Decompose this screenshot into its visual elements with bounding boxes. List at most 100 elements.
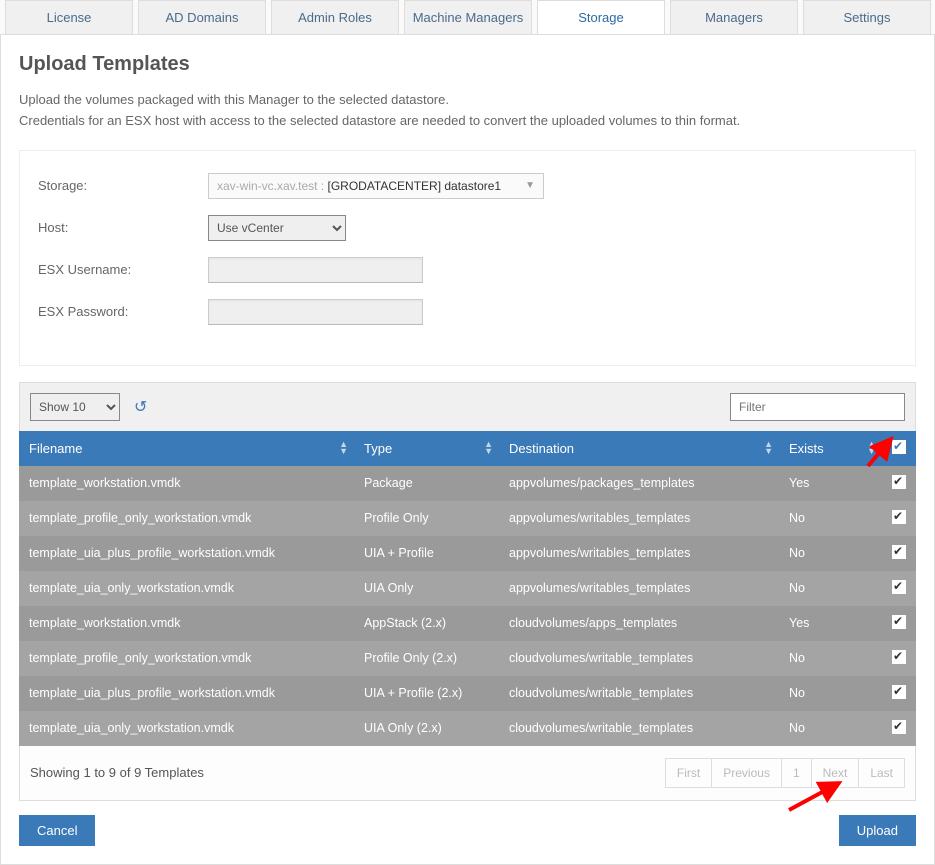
row-checkbox[interactable] xyxy=(892,685,906,699)
cell-exists: No xyxy=(779,536,882,571)
col-checkall[interactable] xyxy=(882,431,916,466)
esx-password-field[interactable] xyxy=(208,299,423,325)
esx-username-field[interactable] xyxy=(208,257,423,283)
cell-check xyxy=(882,606,916,641)
cell-destination: appvolumes/writables_templates xyxy=(499,571,779,606)
cell-type: UIA Only (2.x) xyxy=(354,711,499,746)
cell-check xyxy=(882,571,916,606)
desc-line1: Upload the volumes packaged with this Ma… xyxy=(19,90,916,111)
table-row: template_uia_only_workstation.vmdkUIA On… xyxy=(19,571,916,606)
cell-destination: appvolumes/writables_templates xyxy=(499,501,779,536)
page-1[interactable]: 1 xyxy=(782,758,812,788)
cell-type: UIA Only xyxy=(354,571,499,606)
cell-destination: cloudvolumes/writable_templates xyxy=(499,641,779,676)
tab-managers[interactable]: Managers xyxy=(670,0,798,34)
table-row: template_workstation.vmdkAppStack (2.x)c… xyxy=(19,606,916,641)
cell-type: UIA + Profile xyxy=(354,536,499,571)
tab-admin-roles[interactable]: Admin Roles xyxy=(271,0,399,34)
cell-check xyxy=(882,536,916,571)
col-filename[interactable]: Filename ▲▼ xyxy=(19,431,354,466)
sort-icon: ▲▼ xyxy=(867,441,876,455)
esx-password-label: ESX Password: xyxy=(38,304,208,319)
page-previous[interactable]: Previous xyxy=(712,758,782,788)
col-type[interactable]: Type ▲▼ xyxy=(354,431,499,466)
filter-input[interactable] xyxy=(730,393,905,421)
reload-icon[interactable]: ↻ xyxy=(134,397,147,417)
page-last[interactable]: Last xyxy=(859,758,905,788)
table-footer: Showing 1 to 9 of 9 Templates FirstPrevi… xyxy=(19,746,916,801)
tab-license[interactable]: License xyxy=(5,0,133,34)
storage-prefix: xav-win-vc.xav.test : xyxy=(217,179,324,193)
cell-filename: template_uia_only_workstation.vmdk xyxy=(19,711,354,746)
cell-filename: template_uia_plus_profile_workstation.vm… xyxy=(19,536,354,571)
cell-filename: template_workstation.vmdk xyxy=(19,466,354,501)
upload-button[interactable]: Upload xyxy=(839,815,916,846)
row-checkbox[interactable] xyxy=(892,510,906,524)
cell-destination: appvolumes/writables_templates xyxy=(499,536,779,571)
storage-value: [GRODATACENTER] datastore1 xyxy=(327,179,501,193)
row-checkbox[interactable] xyxy=(892,720,906,734)
cell-filename: template_workstation.vmdk xyxy=(19,606,354,641)
cell-exists: No xyxy=(779,571,882,606)
tab-ad-domains[interactable]: AD Domains xyxy=(138,0,266,34)
host-select[interactable]: Use vCenter xyxy=(208,215,346,241)
cell-filename: template_uia_only_workstation.vmdk xyxy=(19,571,354,606)
row-checkbox[interactable] xyxy=(892,545,906,559)
cell-filename: template_profile_only_workstation.vmdk xyxy=(19,501,354,536)
cell-check xyxy=(882,676,916,711)
page-description: Upload the volumes packaged with this Ma… xyxy=(19,90,916,132)
cell-exists: No xyxy=(779,711,882,746)
cell-filename: template_uia_plus_profile_workstation.vm… xyxy=(19,676,354,711)
cell-type: UIA + Profile (2.x) xyxy=(354,676,499,711)
tab-storage[interactable]: Storage xyxy=(537,0,665,34)
main-panel: Upload Templates Upload the volumes pack… xyxy=(0,34,935,865)
cell-type: Package xyxy=(354,466,499,501)
table-row: template_uia_only_workstation.vmdkUIA On… xyxy=(19,711,916,746)
tab-settings[interactable]: Settings xyxy=(803,0,931,34)
tab-bar: LicenseAD DomainsAdmin RolesMachine Mana… xyxy=(0,0,935,34)
table-info: Showing 1 to 9 of 9 Templates xyxy=(30,765,204,780)
cell-type: AppStack (2.x) xyxy=(354,606,499,641)
cell-exists: No xyxy=(779,641,882,676)
page-first[interactable]: First xyxy=(665,758,712,788)
chevron-down-icon: ▼ xyxy=(525,180,535,191)
table-row: template_profile_only_workstation.vmdkPr… xyxy=(19,501,916,536)
cell-check xyxy=(882,711,916,746)
show-count-select[interactable]: Show 10 xyxy=(30,393,120,421)
cell-filename: template_profile_only_workstation.vmdk xyxy=(19,641,354,676)
table-row: template_uia_plus_profile_workstation.vm… xyxy=(19,536,916,571)
cell-exists: Yes xyxy=(779,606,882,641)
form-box: Storage: xav-win-vc.xav.test : [GRODATAC… xyxy=(19,150,916,366)
table-toolbar: Show 10 ↻ xyxy=(19,382,916,431)
row-checkbox[interactable] xyxy=(892,475,906,489)
page-next[interactable]: Next xyxy=(812,758,860,788)
row-checkbox[interactable] xyxy=(892,650,906,664)
table-row: template_workstation.vmdkPackageappvolum… xyxy=(19,466,916,501)
storage-select[interactable]: xav-win-vc.xav.test : [GRODATACENTER] da… xyxy=(208,173,544,199)
row-checkbox[interactable] xyxy=(892,580,906,594)
tab-machine-managers[interactable]: Machine Managers xyxy=(404,0,532,34)
cell-type: Profile Only xyxy=(354,501,499,536)
storage-label: Storage: xyxy=(38,178,208,193)
templates-table: Filename ▲▼ Type ▲▼ Destination ▲▼ Exist… xyxy=(19,431,916,746)
sort-icon: ▲▼ xyxy=(339,441,348,455)
cell-exists: No xyxy=(779,501,882,536)
cell-type: Profile Only (2.x) xyxy=(354,641,499,676)
cell-check xyxy=(882,641,916,676)
col-exists[interactable]: Exists ▲▼ xyxy=(779,431,882,466)
cancel-button[interactable]: Cancel xyxy=(19,815,95,846)
sort-icon: ▲▼ xyxy=(764,441,773,455)
cell-check xyxy=(882,501,916,536)
cell-check xyxy=(882,466,916,501)
esx-username-label: ESX Username: xyxy=(38,262,208,277)
button-row: Cancel Upload xyxy=(19,801,916,864)
checkbox-all[interactable] xyxy=(892,440,906,454)
cell-destination: cloudvolumes/writable_templates xyxy=(499,711,779,746)
table-row: template_uia_plus_profile_workstation.vm… xyxy=(19,676,916,711)
row-checkbox[interactable] xyxy=(892,615,906,629)
cell-destination: appvolumes/packages_templates xyxy=(499,466,779,501)
host-label: Host: xyxy=(38,220,208,235)
pagination: FirstPrevious1NextLast xyxy=(665,758,905,788)
col-destination[interactable]: Destination ▲▼ xyxy=(499,431,779,466)
table-row: template_profile_only_workstation.vmdkPr… xyxy=(19,641,916,676)
